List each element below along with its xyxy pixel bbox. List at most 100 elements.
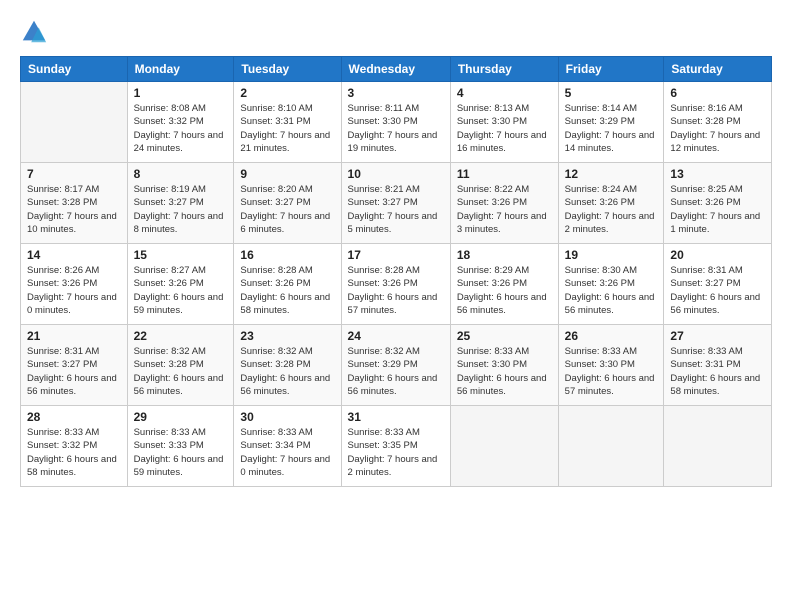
cell-content: 13Sunrise: 8:25 AM Sunset: 3:26 PM Dayli…	[670, 167, 765, 239]
day-number: 18	[457, 248, 552, 262]
calendar: SundayMondayTuesdayWednesdayThursdayFrid…	[20, 56, 772, 487]
cell-info: Sunrise: 8:33 AM Sunset: 3:34 PM Dayligh…	[240, 426, 334, 479]
cell-info: Sunrise: 8:20 AM Sunset: 3:27 PM Dayligh…	[240, 183, 334, 236]
cell-content: 9 Sunrise: 8:20 AM Sunset: 3:27 PM Daylig…	[240, 167, 334, 239]
cell-info: Sunrise: 8:24 AM Sunset: 3:26 PM Dayligh…	[565, 183, 658, 236]
cell-content: 10Sunrise: 8:21 AM Sunset: 3:27 PM Dayli…	[348, 167, 444, 239]
day-number: 2	[240, 86, 334, 100]
cell-content: 26Sunrise: 8:33 AM Sunset: 3:30 PM Dayli…	[565, 329, 658, 401]
calendar-week-3: 14Sunrise: 8:26 AM Sunset: 3:26 PM Dayli…	[21, 244, 772, 325]
calendar-cell: 19Sunrise: 8:30 AM Sunset: 3:26 PM Dayli…	[558, 244, 664, 325]
cell-content: 2 Sunrise: 8:10 AM Sunset: 3:31 PM Daylig…	[240, 86, 334, 158]
cell-info: Sunrise: 8:27 AM Sunset: 3:26 PM Dayligh…	[134, 264, 228, 317]
cell-content: 25 Sunrise: 8:33 AM Sunset: 3:30 PM Dayli…	[457, 329, 552, 401]
day-number: 4	[457, 86, 552, 100]
cell-content: 14Sunrise: 8:26 AM Sunset: 3:26 PM Dayli…	[27, 248, 121, 320]
day-number: 11	[457, 167, 552, 181]
cell-info: Sunrise: 8:32 AM Sunset: 3:28 PM Dayligh…	[240, 345, 334, 398]
cell-content: 17 Sunrise: 8:28 AM Sunset: 3:26 PM Dayli…	[348, 248, 444, 320]
calendar-week-1: 1 Sunrise: 8:08 AM Sunset: 3:32 PM Daylig…	[21, 82, 772, 163]
calendar-header-wednesday: Wednesday	[341, 57, 450, 82]
cell-content: 19Sunrise: 8:30 AM Sunset: 3:26 PM Dayli…	[565, 248, 658, 320]
cell-info: Sunrise: 8:16 AM Sunset: 3:28 PM Dayligh…	[670, 102, 765, 155]
calendar-cell: 20 Sunrise: 8:31 AM Sunset: 3:27 PM Dayli…	[664, 244, 772, 325]
day-number: 30	[240, 410, 334, 424]
calendar-cell: 3 Sunrise: 8:11 AM Sunset: 3:30 PM Daylig…	[341, 82, 450, 163]
cell-info: Sunrise: 8:33 AM Sunset: 3:35 PM Dayligh…	[348, 426, 444, 479]
day-number: 17	[348, 248, 444, 262]
calendar-header-thursday: Thursday	[450, 57, 558, 82]
cell-content: 31 Sunrise: 8:33 AM Sunset: 3:35 PM Dayli…	[348, 410, 444, 482]
calendar-header-tuesday: Tuesday	[234, 57, 341, 82]
cell-content: 6 Sunrise: 8:16 AM Sunset: 3:28 PM Daylig…	[670, 86, 765, 158]
cell-content: 15 Sunrise: 8:27 AM Sunset: 3:26 PM Dayli…	[134, 248, 228, 320]
day-number: 16	[240, 248, 334, 262]
day-number: 8	[134, 167, 228, 181]
cell-info: Sunrise: 8:32 AM Sunset: 3:28 PM Dayligh…	[134, 345, 228, 398]
cell-info: Sunrise: 8:21 AM Sunset: 3:27 PM Dayligh…	[348, 183, 444, 236]
day-number: 29	[134, 410, 228, 424]
cell-info: Sunrise: 8:33 AM Sunset: 3:32 PM Dayligh…	[27, 426, 121, 479]
day-number: 13	[670, 167, 765, 181]
day-number: 9	[240, 167, 334, 181]
calendar-header-friday: Friday	[558, 57, 664, 82]
day-number: 5	[565, 86, 658, 100]
cell-content: 24 Sunrise: 8:32 AM Sunset: 3:29 PM Dayli…	[348, 329, 444, 401]
day-number: 12	[565, 167, 658, 181]
logo-icon	[20, 18, 48, 46]
day-number: 23	[240, 329, 334, 343]
cell-content: 27Sunrise: 8:33 AM Sunset: 3:31 PM Dayli…	[670, 329, 765, 401]
cell-info: Sunrise: 8:32 AM Sunset: 3:29 PM Dayligh…	[348, 345, 444, 398]
day-number: 6	[670, 86, 765, 100]
cell-content: 8Sunrise: 8:19 AM Sunset: 3:27 PM Daylig…	[134, 167, 228, 239]
calendar-cell: 26Sunrise: 8:33 AM Sunset: 3:30 PM Dayli…	[558, 325, 664, 406]
cell-content: 7Sunrise: 8:17 AM Sunset: 3:28 PM Daylig…	[27, 167, 121, 239]
calendar-week-4: 21Sunrise: 8:31 AM Sunset: 3:27 PM Dayli…	[21, 325, 772, 406]
calendar-cell: 24 Sunrise: 8:32 AM Sunset: 3:29 PM Dayli…	[341, 325, 450, 406]
calendar-cell: 1 Sunrise: 8:08 AM Sunset: 3:32 PM Daylig…	[127, 82, 234, 163]
cell-content: 21Sunrise: 8:31 AM Sunset: 3:27 PM Dayli…	[27, 329, 121, 401]
cell-content: 22Sunrise: 8:32 AM Sunset: 3:28 PM Dayli…	[134, 329, 228, 401]
cell-info: Sunrise: 8:08 AM Sunset: 3:32 PM Dayligh…	[134, 102, 228, 155]
cell-info: Sunrise: 8:29 AM Sunset: 3:26 PM Dayligh…	[457, 264, 552, 317]
cell-info: Sunrise: 8:33 AM Sunset: 3:33 PM Dayligh…	[134, 426, 228, 479]
calendar-cell: 31 Sunrise: 8:33 AM Sunset: 3:35 PM Dayli…	[341, 406, 450, 487]
day-number: 27	[670, 329, 765, 343]
calendar-cell: 5Sunrise: 8:14 AM Sunset: 3:29 PM Daylig…	[558, 82, 664, 163]
cell-info: Sunrise: 8:10 AM Sunset: 3:31 PM Dayligh…	[240, 102, 334, 155]
cell-content: 11Sunrise: 8:22 AM Sunset: 3:26 PM Dayli…	[457, 167, 552, 239]
calendar-cell: 22Sunrise: 8:32 AM Sunset: 3:28 PM Dayli…	[127, 325, 234, 406]
cell-content: 30 Sunrise: 8:33 AM Sunset: 3:34 PM Dayli…	[240, 410, 334, 482]
cell-info: Sunrise: 8:11 AM Sunset: 3:30 PM Dayligh…	[348, 102, 444, 155]
calendar-cell	[664, 406, 772, 487]
cell-info: Sunrise: 8:33 AM Sunset: 3:30 PM Dayligh…	[565, 345, 658, 398]
day-number: 3	[348, 86, 444, 100]
cell-info: Sunrise: 8:28 AM Sunset: 3:26 PM Dayligh…	[240, 264, 334, 317]
day-number: 24	[348, 329, 444, 343]
calendar-cell: 12 Sunrise: 8:24 AM Sunset: 3:26 PM Dayli…	[558, 163, 664, 244]
cell-info: Sunrise: 8:31 AM Sunset: 3:27 PM Dayligh…	[670, 264, 765, 317]
logo	[20, 18, 52, 46]
calendar-week-2: 7Sunrise: 8:17 AM Sunset: 3:28 PM Daylig…	[21, 163, 772, 244]
cell-content: 5Sunrise: 8:14 AM Sunset: 3:29 PM Daylig…	[565, 86, 658, 158]
day-number: 1	[134, 86, 228, 100]
day-number: 20	[670, 248, 765, 262]
calendar-cell	[21, 82, 128, 163]
calendar-cell: 13Sunrise: 8:25 AM Sunset: 3:26 PM Dayli…	[664, 163, 772, 244]
calendar-cell: 29 Sunrise: 8:33 AM Sunset: 3:33 PM Dayli…	[127, 406, 234, 487]
cell-info: Sunrise: 8:28 AM Sunset: 3:26 PM Dayligh…	[348, 264, 444, 317]
calendar-week-5: 28Sunrise: 8:33 AM Sunset: 3:32 PM Dayli…	[21, 406, 772, 487]
calendar-cell: 15 Sunrise: 8:27 AM Sunset: 3:26 PM Dayli…	[127, 244, 234, 325]
calendar-cell: 27Sunrise: 8:33 AM Sunset: 3:31 PM Dayli…	[664, 325, 772, 406]
calendar-header-monday: Monday	[127, 57, 234, 82]
calendar-cell: 11Sunrise: 8:22 AM Sunset: 3:26 PM Dayli…	[450, 163, 558, 244]
cell-content: 16 Sunrise: 8:28 AM Sunset: 3:26 PM Dayli…	[240, 248, 334, 320]
day-number: 25	[457, 329, 552, 343]
cell-content: 23 Sunrise: 8:32 AM Sunset: 3:28 PM Dayli…	[240, 329, 334, 401]
cell-info: Sunrise: 8:33 AM Sunset: 3:30 PM Dayligh…	[457, 345, 552, 398]
calendar-cell: 9 Sunrise: 8:20 AM Sunset: 3:27 PM Daylig…	[234, 163, 341, 244]
calendar-cell: 28Sunrise: 8:33 AM Sunset: 3:32 PM Dayli…	[21, 406, 128, 487]
day-number: 31	[348, 410, 444, 424]
cell-info: Sunrise: 8:26 AM Sunset: 3:26 PM Dayligh…	[27, 264, 121, 317]
day-number: 15	[134, 248, 228, 262]
